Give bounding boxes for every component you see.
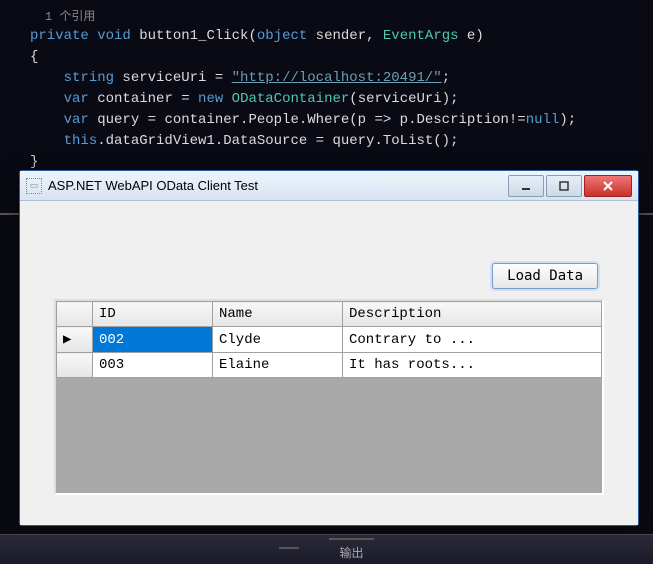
code-line: var container = new ODataContainer(servi…	[30, 89, 643, 110]
cell-name[interactable]: Clyde	[213, 327, 343, 353]
window-titlebar[interactable]: ▭ ASP.NET WebAPI OData Client Test	[20, 171, 638, 201]
table-row[interactable]: 003 Elaine It has roots...	[57, 353, 602, 378]
cell-description[interactable]: It has roots...	[343, 353, 602, 378]
code-line: {	[30, 47, 643, 68]
row-indicator-icon[interactable]: ▶	[57, 327, 93, 353]
code-editor: 1 个引用 private void button1_Click(object …	[0, 0, 653, 173]
bottom-tab[interactable]	[279, 547, 299, 553]
column-header-name[interactable]: Name	[213, 302, 343, 327]
cell-id[interactable]: 002	[93, 327, 213, 353]
winforms-app-window: ▭ ASP.NET WebAPI OData Client Test Load …	[19, 170, 639, 526]
table-row[interactable]: ▶ 002 Clyde Contrary to ...	[57, 327, 602, 353]
datagridview[interactable]: ID Name Description ▶ 002 Clyde Contrary…	[54, 299, 604, 495]
load-data-button[interactable]: Load Data	[492, 263, 598, 289]
column-header-id[interactable]: ID	[93, 302, 213, 327]
app-icon: ▭	[26, 178, 42, 194]
row-indicator[interactable]	[57, 353, 93, 378]
window-client-area: Load Data ID Name Description ▶ 002 Clyd…	[20, 201, 638, 525]
code-line: string serviceUri = "http://localhost:20…	[30, 68, 643, 89]
maximize-button[interactable]	[546, 175, 582, 197]
cell-description[interactable]: Contrary to ...	[343, 327, 602, 353]
code-line: var query = container.People.Where(p => …	[30, 110, 643, 131]
grid-header-row: ID Name Description	[57, 302, 602, 327]
code-line: this.dataGridView1.DataSource = query.To…	[30, 131, 643, 152]
code-line: private void button1_Click(object sender…	[30, 26, 643, 47]
close-button[interactable]	[584, 175, 632, 197]
ide-bottom-panel-tabs: 输出	[0, 534, 653, 564]
codelens-references[interactable]: 1 个引用	[45, 8, 643, 26]
cell-name[interactable]: Elaine	[213, 353, 343, 378]
window-controls	[506, 175, 632, 197]
minimize-button[interactable]	[508, 175, 544, 197]
bottom-tab-output[interactable]: 输出	[329, 538, 373, 561]
column-header-description[interactable]: Description	[343, 302, 602, 327]
window-title: ASP.NET WebAPI OData Client Test	[48, 178, 506, 193]
grid-corner-cell[interactable]	[57, 302, 93, 327]
cell-id[interactable]: 003	[93, 353, 213, 378]
